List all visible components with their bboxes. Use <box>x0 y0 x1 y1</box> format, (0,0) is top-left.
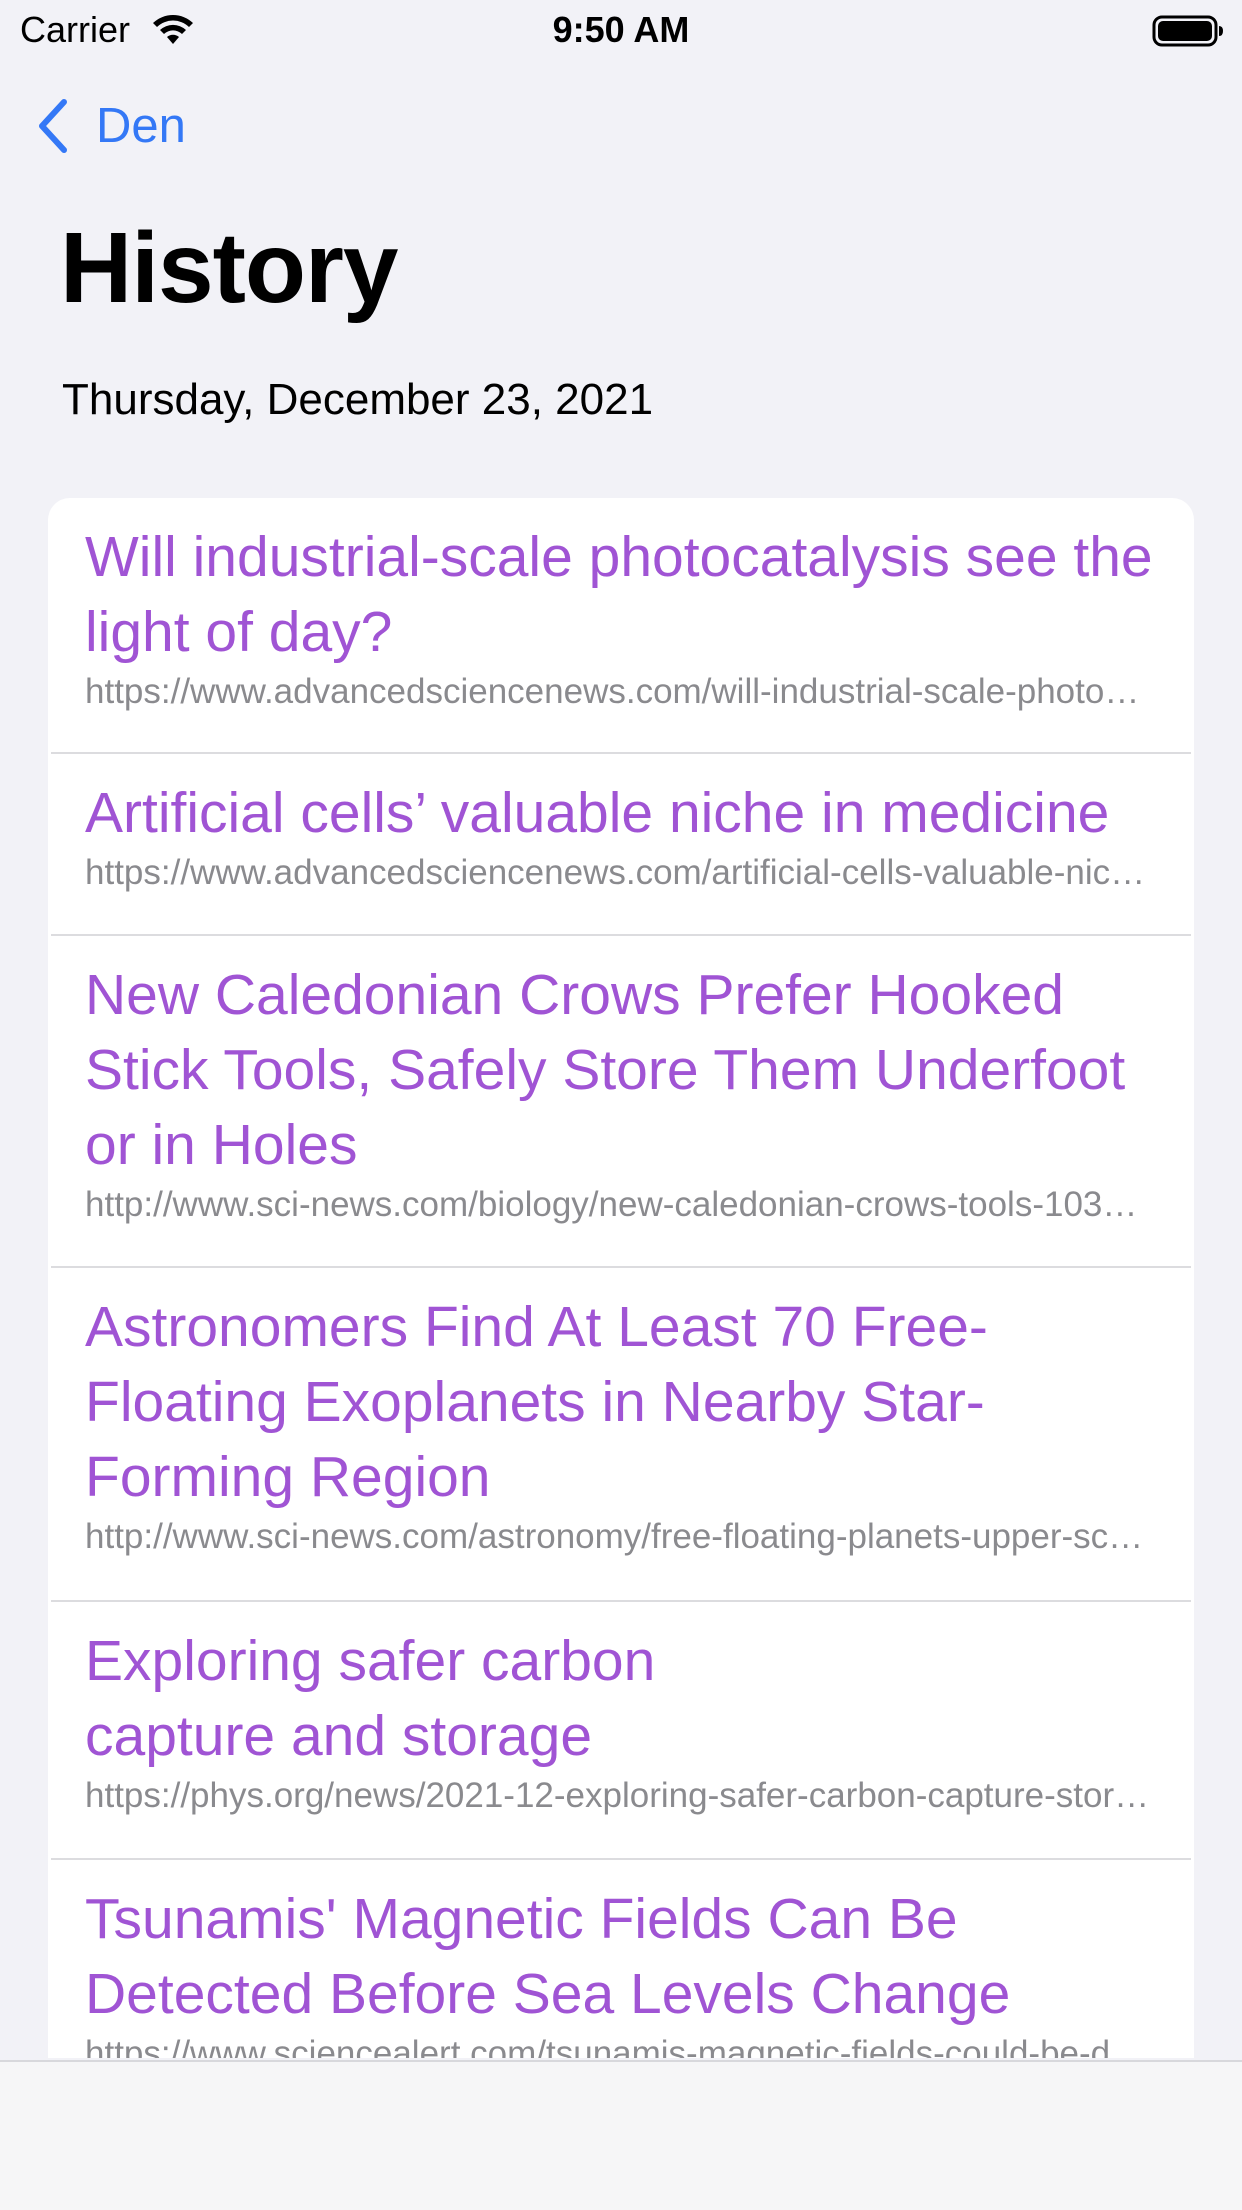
history-list: Will industrial-scale photocatalysis see… <box>48 498 1194 2058</box>
history-row-url: https://www.sciencealert.com/tsunamis-ma… <box>85 2034 1154 2058</box>
history-row-title: Artificial cells’ valuable niche in medi… <box>85 781 1110 845</box>
section-header-date: Thursday, December 23, 2021 <box>62 375 654 424</box>
back-button-label: Den <box>96 99 186 153</box>
status-bar: Carrier 9:50 AM <box>0 0 1242 62</box>
history-row[interactable]: Astronomers Find At Least 70 Free-Floati… <box>48 1268 1194 1602</box>
bottom-toolbar <box>0 2060 1242 2210</box>
back-button[interactable]: Den <box>36 96 186 156</box>
history-row-url: http://www.sci-news.com/astronomy/free-f… <box>85 1517 1154 1556</box>
history-row-title: Exploring safer carbon capture and stora… <box>85 1629 656 1768</box>
clock: 9:50 AM <box>552 9 690 50</box>
history-row[interactable]: Artificial cells’ valuable niche in medi… <box>48 754 1194 936</box>
history-row[interactable]: New Caledonian Crows Prefer Hooked Stick… <box>48 936 1194 1268</box>
battery-full-icon <box>1152 15 1223 47</box>
history-row-title: New Caledonian Crows Prefer Hooked Stick… <box>85 963 1126 1177</box>
page-title: History <box>60 212 399 324</box>
history-row[interactable]: Exploring safer carbon capture and stora… <box>48 1602 1194 1860</box>
chevron-left-icon <box>39 99 67 153</box>
history-row-title: Will industrial-scale photocatalysis see… <box>85 525 1153 664</box>
history-row-url: https://www.advancedsciencenews.com/arti… <box>85 853 1154 892</box>
history-row-url: https://phys.org/news/2021-12-exploring-… <box>85 1776 1154 1815</box>
history-row[interactable]: Tsunamis' Magnetic Fields Can Be Detecte… <box>48 1860 1194 2058</box>
history-row[interactable]: Will industrial-scale photocatalysis see… <box>48 498 1194 754</box>
history-row-url: https://www.advancedsciencenews.com/will… <box>85 672 1154 711</box>
history-row-url: http://www.sci-news.com/biology/new-cale… <box>85 1185 1154 1224</box>
history-row-title: Tsunamis' Magnetic Fields Can Be Detecte… <box>85 1887 1011 2026</box>
history-row-title: Astronomers Find At Least 70 Free-Floati… <box>85 1295 988 1509</box>
